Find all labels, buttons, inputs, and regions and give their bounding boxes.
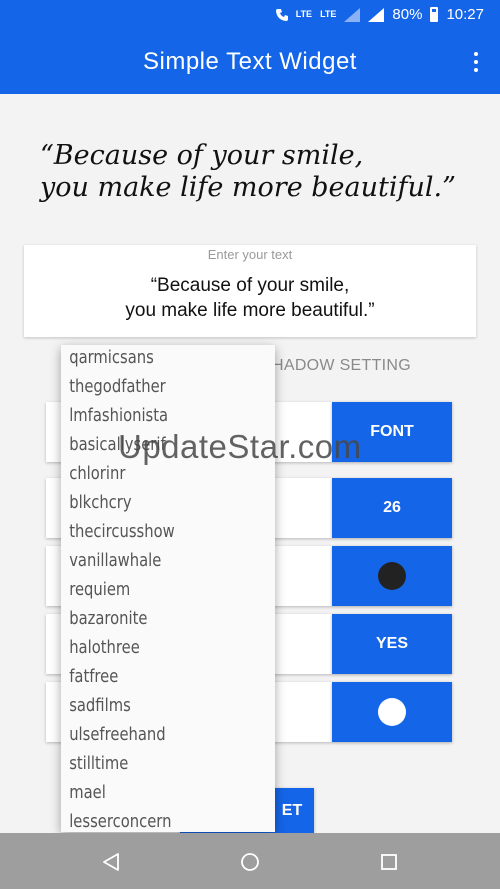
screen: LTE LTE 80% 10:27 Simple Text Widget “Be… — [0, 0, 500, 889]
background-color-button[interactable] — [332, 682, 452, 742]
font-option[interactable]: sadfilms — [61, 691, 236, 720]
navigation-bar — [0, 833, 500, 889]
size-button[interactable]: 26 — [332, 478, 452, 538]
battery-icon — [430, 7, 439, 22]
status-bar: LTE LTE 80% 10:27 — [0, 0, 500, 30]
font-option[interactable]: thecircusshow — [61, 517, 236, 546]
tab-shadow-setting[interactable]: HADOW SETTING — [272, 357, 411, 375]
app-title: Simple Text Widget — [143, 48, 357, 75]
text-input-hint: Enter your text — [207, 247, 293, 262]
text-input-value[interactable]: “Because of your smile, you make life mo… — [24, 273, 476, 323]
call-icon — [275, 8, 288, 21]
font-dropdown[interactable]: qarmicsans thegodfather lmfashionista basic… — [61, 345, 275, 832]
text-color-swatch — [378, 562, 406, 590]
font-option[interactable]: ulsefreehand — [61, 720, 236, 749]
lte-label-2: LTE — [320, 9, 337, 19]
font-option[interactable]: halothree — [61, 633, 236, 662]
preview-line-1: “Because of your smile, — [40, 140, 364, 171]
overflow-menu-icon[interactable] — [466, 50, 486, 74]
recents-icon[interactable] — [374, 847, 404, 877]
battery-percent: 80% — [392, 6, 423, 23]
font-option[interactable]: bazaronite — [61, 604, 236, 633]
shadow-toggle-button[interactable]: YES — [332, 614, 452, 674]
signal-icon — [344, 7, 361, 22]
back-icon[interactable] — [96, 847, 126, 877]
font-option[interactable]: chlorinr — [61, 459, 236, 488]
font-button[interactable]: FONT — [332, 402, 452, 462]
font-option[interactable]: requiem — [61, 575, 236, 604]
preview-line-2: you make life more beautiful.” — [40, 172, 456, 203]
font-option[interactable]: lesserconcern — [61, 807, 236, 832]
font-option[interactable]: blkchcry — [61, 488, 236, 517]
app-bar: Simple Text Widget — [0, 30, 500, 94]
clock: 10:27 — [446, 6, 484, 23]
font-option[interactable]: stilltime — [61, 749, 236, 778]
home-icon[interactable] — [235, 847, 265, 877]
font-option[interactable]: mael — [61, 778, 236, 807]
text-input-card[interactable]: Enter your text “Because of your smile, … — [24, 245, 476, 337]
text-color-button[interactable] — [332, 546, 452, 606]
signal-icon-2 — [368, 7, 385, 22]
background-color-swatch — [378, 698, 406, 726]
widget-preview: “Because of your smile, you make life mo… — [40, 140, 480, 204]
set-button-label: ET — [281, 802, 303, 819]
font-option[interactable]: basicallyserif — [61, 430, 236, 459]
font-option[interactable]: lmfashionista — [61, 401, 236, 430]
font-option[interactable]: fatfree — [61, 662, 236, 691]
font-option[interactable]: vanillawhale — [61, 546, 236, 575]
font-option[interactable]: thegodfather — [61, 372, 236, 401]
lte-label: LTE — [295, 9, 313, 19]
font-option[interactable]: qarmicsans — [61, 345, 236, 372]
font-option-list: qarmicsans thegodfather lmfashionista basic… — [61, 345, 275, 832]
